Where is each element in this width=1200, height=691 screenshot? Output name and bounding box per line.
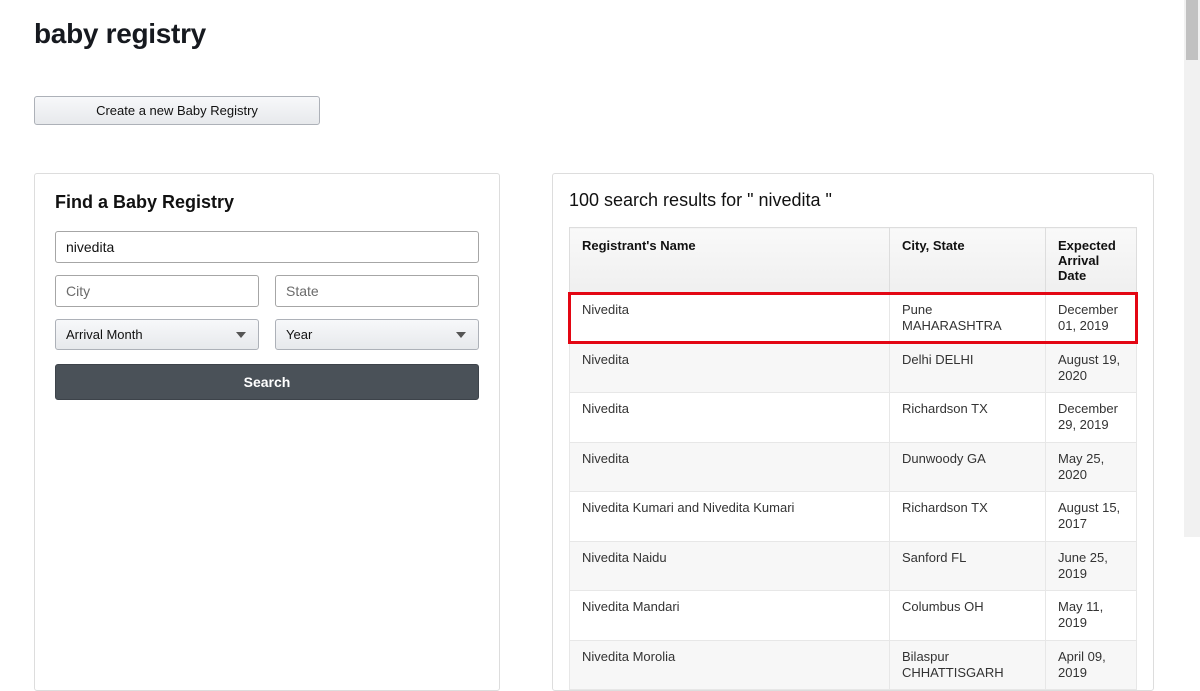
cell-date: June 25, 2019 bbox=[1046, 541, 1137, 591]
cell-city: Pune MAHARASHTRA bbox=[890, 294, 1046, 344]
chevron-down-icon bbox=[236, 332, 246, 338]
cell-city: Richardson TX bbox=[890, 492, 1046, 542]
registrant-name-input[interactable] bbox=[55, 231, 479, 263]
arrival-month-label: Arrival Month bbox=[66, 327, 143, 342]
scrollbar-thumb[interactable] bbox=[1186, 0, 1198, 60]
state-input[interactable] bbox=[275, 275, 479, 307]
search-button[interactable]: Search bbox=[55, 364, 479, 400]
table-row[interactable]: NiveditaDelhi DELHIAugust 19, 2020 bbox=[570, 343, 1137, 393]
cell-city: Dunwoody GA bbox=[890, 442, 1046, 492]
results-panel: 100 search results for " nivedita " Regi… bbox=[552, 173, 1154, 691]
table-row[interactable]: Nivedita MoroliaBilaspur CHHATTISGARHApr… bbox=[570, 640, 1137, 690]
cell-name: Nivedita Mandari bbox=[570, 591, 890, 641]
cell-name: Nivedita bbox=[570, 343, 890, 393]
table-row[interactable]: Nivedita Kumari and Nivedita KumariRicha… bbox=[570, 492, 1137, 542]
cell-name: Nivedita bbox=[570, 393, 890, 443]
cell-date: April 09, 2019 bbox=[1046, 640, 1137, 690]
column-header-city[interactable]: City, State bbox=[890, 228, 1046, 294]
cell-date: December 29, 2019 bbox=[1046, 393, 1137, 443]
cell-date: August 15, 2017 bbox=[1046, 492, 1137, 542]
search-panel: Find a Baby Registry Arrival Month Year … bbox=[34, 173, 500, 691]
create-registry-button[interactable]: Create a new Baby Registry bbox=[34, 96, 320, 125]
cell-name: Nivedita Naidu bbox=[570, 541, 890, 591]
table-row[interactable]: Nivedita MandariColumbus OHMay 11, 2019 bbox=[570, 591, 1137, 641]
cell-date: August 19, 2020 bbox=[1046, 343, 1137, 393]
cell-date: May 25, 2020 bbox=[1046, 442, 1137, 492]
column-header-date[interactable]: Expected Arrival Date bbox=[1046, 228, 1137, 294]
results-table: Registrant's Name City, State Expected A… bbox=[569, 227, 1137, 690]
table-row[interactable]: NiveditaDunwoody GAMay 25, 2020 bbox=[570, 442, 1137, 492]
page-title: baby registry bbox=[34, 18, 1154, 50]
search-panel-heading: Find a Baby Registry bbox=[55, 192, 479, 213]
cell-name: Nivedita Kumari and Nivedita Kumari bbox=[570, 492, 890, 542]
city-input[interactable] bbox=[55, 275, 259, 307]
arrival-month-select[interactable]: Arrival Month bbox=[55, 319, 259, 350]
cell-name: Nivedita bbox=[570, 442, 890, 492]
cell-city: Delhi DELHI bbox=[890, 343, 1046, 393]
column-header-name[interactable]: Registrant's Name bbox=[570, 228, 890, 294]
cell-city: Bilaspur CHHATTISGARH bbox=[890, 640, 1046, 690]
cell-name: Nivedita bbox=[570, 294, 890, 344]
results-heading: 100 search results for " nivedita " bbox=[569, 190, 1137, 211]
cell-date: December 01, 2019 bbox=[1046, 294, 1137, 344]
table-row[interactable]: NiveditaRichardson TXDecember 29, 2019 bbox=[570, 393, 1137, 443]
table-row[interactable]: NiveditaPune MAHARASHTRADecember 01, 201… bbox=[570, 294, 1137, 344]
chevron-down-icon bbox=[456, 332, 466, 338]
vertical-scrollbar[interactable] bbox=[1184, 0, 1200, 537]
cell-city: Columbus OH bbox=[890, 591, 1046, 641]
arrival-year-select[interactable]: Year bbox=[275, 319, 479, 350]
table-row[interactable]: Nivedita NaiduSanford FLJune 25, 2019 bbox=[570, 541, 1137, 591]
cell-city: Richardson TX bbox=[890, 393, 1046, 443]
arrival-year-label: Year bbox=[286, 327, 312, 342]
cell-name: Nivedita Morolia bbox=[570, 640, 890, 690]
cell-city: Sanford FL bbox=[890, 541, 1046, 591]
cell-date: May 11, 2019 bbox=[1046, 591, 1137, 641]
